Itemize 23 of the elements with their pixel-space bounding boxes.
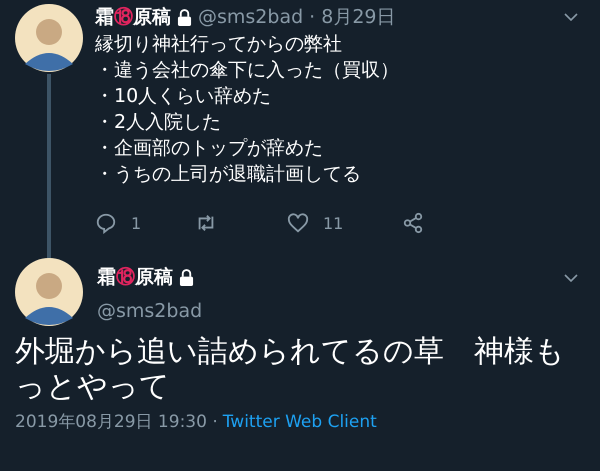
tweet-text-line: ・10人くらい辞めた (95, 84, 272, 109)
source-link[interactable]: Twitter Web Client (222, 412, 377, 432)
share-icon[interactable] (402, 212, 424, 234)
tweet-timestamp: 2019年08月29日 19:30 · (15, 412, 218, 432)
like-count: 11 (323, 214, 344, 232)
tweet-text-line: ・2人入院した (95, 110, 222, 135)
tweet-text-line: ・違う会社の傘下に入った（買収） (95, 58, 400, 83)
tweet-text-line: ・うちの上司が退職計画してる (95, 162, 362, 187)
tweet-text-line: 縁切り神社行ってからの弊社 (95, 32, 343, 57)
tweet-date: · 8月29日 (309, 5, 396, 30)
heart-icon[interactable] (287, 212, 309, 234)
reply-count: 1 (131, 214, 142, 232)
tweet-text: 外堀から追い詰められてるの草 神様もっとやって (15, 334, 566, 404)
user-name: 霜⑱原稿 (95, 5, 171, 30)
avatar-icon[interactable] (15, 4, 83, 72)
user-handle: @sms2bad (97, 300, 202, 322)
chevron-down-icon[interactable] (564, 13, 578, 21)
user-handle: @sms2bad (198, 6, 304, 28)
avatar-icon[interactable] (15, 258, 83, 326)
user-name: 霜⑱原稿 (97, 265, 173, 290)
tweet-text-line: ・企画部のトップが辞めた (95, 136, 324, 161)
reply-icon[interactable] (95, 212, 117, 234)
chevron-down-icon[interactable] (564, 274, 578, 282)
